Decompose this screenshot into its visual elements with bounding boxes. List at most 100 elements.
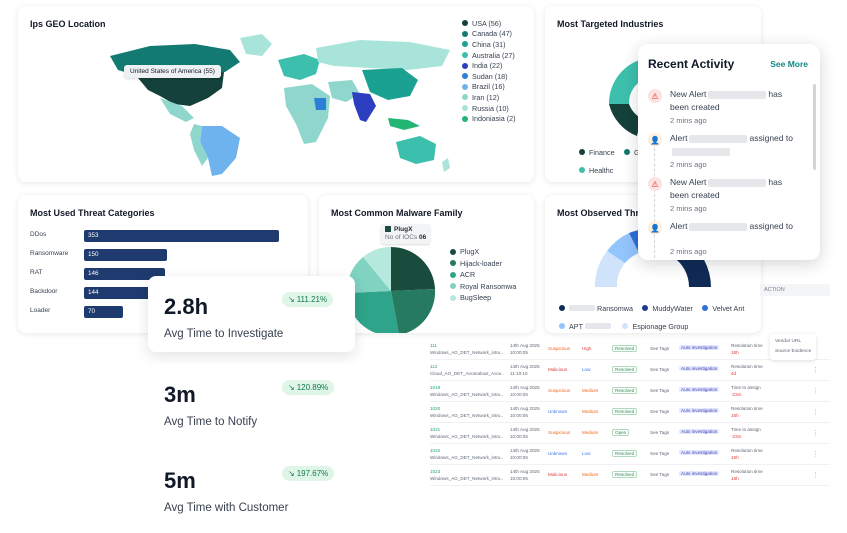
alert-id-link[interactable]: 1020 <box>430 406 440 411</box>
severity-badge: Suspicious <box>548 388 571 393</box>
see-tags-link[interactable]: See Tags <box>650 451 669 456</box>
response-label: Resolution time <box>731 448 763 453</box>
legend-dot <box>450 260 456 267</box>
table-row[interactable]: 112 Cloud_AG_DET_Anomalous_Acce.. 14th Aug… <box>430 361 830 381</box>
malware-legend-item[interactable]: ACR <box>450 269 516 281</box>
auto-investigation-badge[interactable]: Auto investigation <box>679 450 720 455</box>
auto-investigation-badge[interactable]: Auto investigation <box>679 408 720 413</box>
threat-bar[interactable]: 353 <box>84 230 279 242</box>
alert-time: 10:00:05 <box>510 350 528 355</box>
alert-id-link[interactable]: 1022 <box>430 448 440 453</box>
priority-badge: Low <box>582 367 591 372</box>
auto-investigation-badge[interactable]: Auto investigation <box>679 366 720 371</box>
more-options-icon[interactable]: ⋮ <box>812 387 819 395</box>
response-value: -23m <box>731 392 742 397</box>
auto-investigation-badge[interactable]: Auto investigation <box>679 471 720 476</box>
map-region-australia <box>396 136 436 164</box>
more-options-icon[interactable]: ⋮ <box>812 471 819 479</box>
geo-legend: USA (56) Canada (47) China (31) Australi… <box>462 18 516 124</box>
priority-badge: Medium <box>582 388 599 393</box>
more-options-icon[interactable]: ⋮ <box>812 429 819 437</box>
response-value: 18h <box>731 476 739 481</box>
see-tags-link[interactable]: See Tags <box>650 472 669 477</box>
threat-bar[interactable]: 70 <box>84 306 123 318</box>
legend-label: Iran (12) <box>472 92 500 102</box>
geo-legend-item[interactable]: China (31) <box>462 39 516 50</box>
alert-id-link[interactable]: 112 <box>430 364 437 369</box>
auto-investigation-badge[interactable]: Auto investigation <box>679 345 720 350</box>
tooltip-value: 06 <box>418 234 427 241</box>
geo-location-card: Ips GEO Location United States of Americ… <box>18 6 534 182</box>
legend-label: Russia (10) <box>472 103 509 113</box>
status-badge: Resolved <box>612 366 638 373</box>
geo-legend-item[interactable]: Canada (47) <box>462 29 516 40</box>
legend-dot <box>462 83 468 90</box>
table-row[interactable]: 1022 Windows_AG_DET_Network_intru.. 14th A… <box>430 445 830 465</box>
table-row[interactable]: 1023 Windows_AG_DET_Network_intru.. 14th A… <box>430 466 830 486</box>
activity-scrollbar[interactable] <box>813 84 816 170</box>
alert-id-link[interactable]: 1019 <box>430 385 440 390</box>
response-value: 18h <box>731 413 739 418</box>
redacted-id <box>708 178 767 187</box>
alert-id-link[interactable]: 1023 <box>430 469 440 474</box>
activity-time: 2 mins ago <box>670 204 707 213</box>
activity-text: New Alert has been created <box>670 89 783 112</box>
priority-badge: Medium <box>582 430 599 435</box>
map-tooltip: United States of America (55) <box>124 65 221 78</box>
table-row[interactable]: 1021 Windows_AG_DET_Network_intru.. 14th A… <box>430 424 830 444</box>
geo-legend-item[interactable]: Russia (10) <box>462 103 516 114</box>
metric-value: 3m <box>164 382 196 407</box>
response-label: Resolution time <box>731 469 763 474</box>
tooltip-label: No of IOCs <box>385 234 418 241</box>
activity-timeline <box>654 138 655 258</box>
more-options-icon[interactable]: ⋮ <box>812 408 819 416</box>
more-options-icon[interactable]: ⋮ <box>812 450 819 458</box>
legend-dot <box>462 52 468 59</box>
alert-name: Windows_AG_DET_Network_intru.. <box>430 350 504 355</box>
see-tags-link[interactable]: See Tags <box>650 346 669 351</box>
geo-legend-item[interactable]: Brazil (16) <box>462 82 516 93</box>
industries-legend-item[interactable]: Healthc <box>579 165 613 176</box>
geo-legend-item[interactable]: Iran (12) <box>462 92 516 103</box>
see-tags-link[interactable]: See Tags <box>650 430 669 435</box>
table-row[interactable]: 1020 Windows_AG_DET_Network_intru.. 14th A… <box>430 403 830 423</box>
malware-legend-item[interactable]: Hijack-loader <box>450 258 516 270</box>
geo-legend-item[interactable]: Australia (27) <box>462 50 516 61</box>
geo-legend-item[interactable]: India (22) <box>462 60 516 71</box>
see-more-link[interactable]: See More <box>770 59 808 69</box>
industries-legend-item[interactable]: Finance <box>579 147 615 158</box>
see-tags-link[interactable]: See Tags <box>650 388 669 393</box>
map-region-europe <box>278 54 320 80</box>
metric-change-badge: ↘ 197.67% <box>282 466 335 481</box>
threat-bar[interactable]: 150 <box>84 249 167 261</box>
severity-badge: Malicious <box>548 367 568 372</box>
malware-legend-item[interactable]: PlugX <box>450 246 516 258</box>
alert-date: 14th Aug 2025 <box>510 427 540 432</box>
trend-down-icon: ↘ <box>288 469 295 478</box>
geo-legend-item[interactable]: Sudan (18) <box>462 71 516 82</box>
user-assign-icon: 👤 <box>648 133 662 147</box>
response-label: Resolution time <box>731 343 763 348</box>
more-options-icon[interactable]: ⋮ <box>812 366 819 374</box>
context-menu-item-vendor-url[interactable]: Vendor URL <box>775 337 811 347</box>
world-map[interactable] <box>90 26 462 180</box>
alert-id-link[interactable]: 111 <box>430 343 437 348</box>
threat-title: Most Used Threat Categories <box>30 208 155 218</box>
context-menu-item-source-evidence[interactable]: Source Evidence <box>775 347 811 357</box>
response-label: Time to assign <box>731 385 761 390</box>
see-tags-link[interactable]: See Tags <box>650 367 669 372</box>
geo-legend-item[interactable]: USA (56) <box>462 18 516 29</box>
auto-investigation-badge[interactable]: Auto investigation <box>679 429 720 434</box>
alert-id-link[interactable]: 1021 <box>430 427 440 432</box>
status-badge: Resolved <box>612 408 638 415</box>
status-badge: Resolved <box>612 450 638 457</box>
alert-time: 10:00:05 <box>510 455 528 460</box>
response-label: Resolution time <box>731 406 763 411</box>
geo-legend-item[interactable]: Indoniasia (2) <box>462 113 516 124</box>
legend-label: Hijack-loader <box>460 258 502 268</box>
auto-investigation-badge[interactable]: Auto investigation <box>679 387 720 392</box>
see-tags-link[interactable]: See Tags <box>650 409 669 414</box>
threat-bar-value: 144 <box>88 289 99 296</box>
legend-label: Indoniasia (2) <box>472 114 516 124</box>
table-row[interactable]: 1019 Windows_AG_DET_Network_intru.. 14th A… <box>430 382 830 402</box>
